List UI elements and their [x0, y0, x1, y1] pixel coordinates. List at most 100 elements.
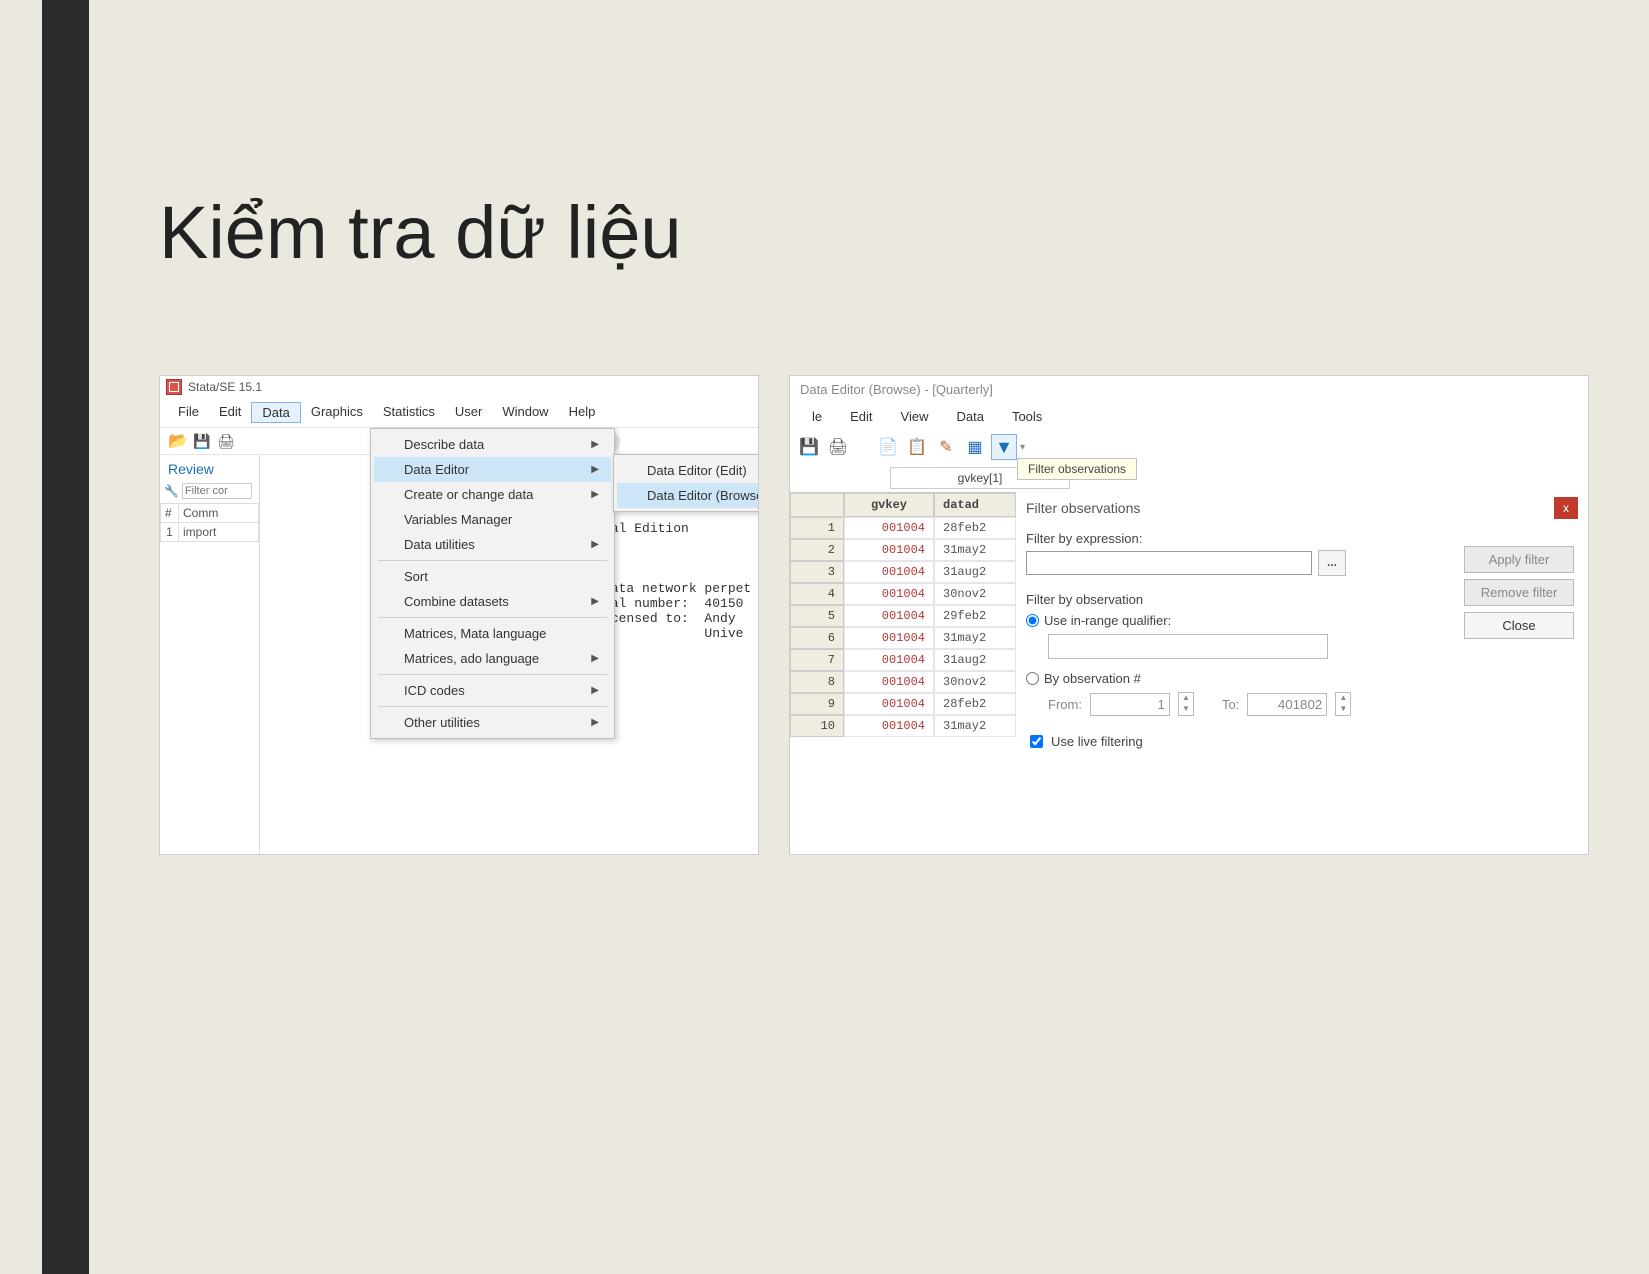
menu-file[interactable]: File — [168, 402, 209, 423]
table-row[interactable]: 100100428feb2 — [790, 517, 1016, 539]
dd-matrices-mata[interactable]: Matrices, Mata language — [374, 621, 611, 646]
close-button[interactable]: Close — [1464, 612, 1574, 639]
cell-datad[interactable]: 28feb2 — [934, 517, 1016, 539]
stata-window: Stata/SE 15.1 File Edit Data Graphics St… — [159, 375, 759, 855]
cell-datad[interactable]: 31aug2 — [934, 649, 1016, 671]
menu-data[interactable]: Data — [251, 402, 300, 423]
filter-close-button[interactable]: x — [1554, 497, 1578, 519]
dd-icd-codes[interactable]: ICD codes▶ — [374, 678, 611, 703]
table-row[interactable]: 1000100431may2 — [790, 715, 1016, 737]
to-input[interactable] — [1247, 693, 1327, 716]
de-menu-edit[interactable]: Edit — [836, 407, 886, 426]
cell-datad[interactable]: 31may2 — [934, 627, 1016, 649]
toolbar-caret-icon[interactable]: ▾ — [1020, 442, 1025, 453]
slide-content: Kiểm tra dữ liệu Stata/SE 15.1 File Edit… — [89, 0, 1649, 1274]
de-browse-mode-icon[interactable]: ▦ — [962, 434, 988, 460]
menu-window[interactable]: Window — [492, 402, 558, 423]
dd-other-utilities[interactable]: Other utilities▶ — [374, 710, 611, 735]
print-icon[interactable]: 🖨 — [216, 431, 236, 451]
live-filtering-checkbox[interactable] — [1030, 735, 1043, 748]
de-menu-data[interactable]: Data — [942, 407, 997, 426]
to-spinner[interactable]: ▲▼ — [1335, 692, 1351, 716]
save-icon[interactable]: 💾 — [192, 431, 212, 451]
table-row[interactable]: 600100431may2 — [790, 627, 1016, 649]
menu-help[interactable]: Help — [559, 402, 606, 423]
review-row[interactable]: 1 import — [161, 523, 259, 542]
by-obs-num-radio[interactable] — [1026, 672, 1039, 685]
chevron-right-icon: ▶ — [591, 489, 599, 500]
de-menu-file[interactable]: le — [798, 407, 836, 426]
range-qualifier-input[interactable] — [1048, 634, 1328, 659]
table-row[interactable]: 400100430nov2 — [790, 583, 1016, 605]
table-row[interactable]: 900100428feb2 — [790, 693, 1016, 715]
spin-up-icon: ▲ — [1179, 693, 1193, 704]
menu-statistics[interactable]: Statistics — [373, 402, 445, 423]
dd-describe-data[interactable]: Describe data▶ — [374, 432, 611, 457]
row-number: 3 — [790, 561, 844, 583]
cell-datad[interactable]: 31may2 — [934, 715, 1016, 737]
cell-datad[interactable]: 28feb2 — [934, 693, 1016, 715]
review-filter-input[interactable] — [182, 483, 252, 499]
filter-expression-input[interactable] — [1026, 551, 1312, 575]
open-icon[interactable]: 📂 — [168, 431, 188, 451]
col-datad[interactable]: datad — [934, 493, 1016, 517]
de-paste-icon[interactable]: 📋 — [904, 434, 930, 460]
from-label: From: — [1048, 697, 1082, 712]
table-row[interactable]: 200100431may2 — [790, 539, 1016, 561]
cell-gvkey[interactable]: 001004 — [844, 649, 934, 671]
de-print-icon[interactable]: 🖨 — [825, 434, 851, 460]
cell-gvkey[interactable]: 001004 — [844, 561, 934, 583]
table-row[interactable]: 700100431aug2 — [790, 649, 1016, 671]
cell-datad[interactable]: 31aug2 — [934, 561, 1016, 583]
live-filtering-row: Use live filtering — [1026, 732, 1578, 751]
cell-gvkey[interactable]: 001004 — [844, 693, 934, 715]
dd-matrices-ado[interactable]: Matrices, ado language▶ — [374, 646, 611, 671]
dd-data-utilities[interactable]: Data utilities▶ — [374, 532, 611, 557]
cell-gvkey[interactable]: 001004 — [844, 627, 934, 649]
dd-data-editor[interactable]: Data Editor▶ — [374, 457, 611, 482]
de-copy-icon[interactable]: 📄 — [875, 434, 901, 460]
table-row[interactable]: 800100430nov2 — [790, 671, 1016, 693]
filter-buttons-column: Apply filter Remove filter Close — [1464, 546, 1574, 639]
cell-datad[interactable]: 30nov2 — [934, 583, 1016, 605]
cell-gvkey[interactable]: 001004 — [844, 715, 934, 737]
cell-datad[interactable]: 31may2 — [934, 539, 1016, 561]
de-save-icon[interactable]: 💾 — [796, 434, 822, 460]
cell-gvkey[interactable]: 001004 — [844, 583, 934, 605]
dd-combine-datasets[interactable]: Combine datasets▶ — [374, 589, 611, 614]
cell-datad[interactable]: 30nov2 — [934, 671, 1016, 693]
menu-user[interactable]: User — [445, 402, 492, 423]
dd-variables-manager[interactable]: Variables Manager — [374, 507, 611, 532]
use-range-radio[interactable] — [1026, 614, 1039, 627]
data-menu-dropdown: Describe data▶ Data Editor▶ Create or ch… — [370, 428, 615, 739]
col-gvkey[interactable]: gvkey — [844, 493, 934, 517]
menu-graphics[interactable]: Graphics — [301, 402, 373, 423]
de-edit-mode-icon[interactable]: ✎ — [933, 434, 959, 460]
de-menu-tools[interactable]: Tools — [998, 407, 1056, 426]
stata-title-text: Stata/SE 15.1 — [188, 380, 262, 394]
de-filter-icon[interactable]: ▼ — [991, 434, 1017, 460]
sub-data-editor-edit[interactable]: Data Editor (Edit) — [617, 458, 759, 483]
menu-edit[interactable]: Edit — [209, 402, 251, 423]
expression-builder-button[interactable]: ... — [1318, 550, 1346, 576]
remove-filter-button[interactable]: Remove filter — [1464, 579, 1574, 606]
de-menu-view[interactable]: View — [887, 407, 943, 426]
wrench-icon[interactable]: 🔧 — [164, 484, 179, 498]
data-editor-body: gvkey datad 100100428feb2200100431may230… — [790, 492, 1588, 850]
live-filtering-label: Use live filtering — [1051, 734, 1143, 749]
cell-gvkey[interactable]: 001004 — [844, 539, 934, 561]
cell-gvkey[interactable]: 001004 — [844, 517, 934, 539]
apply-filter-button[interactable]: Apply filter — [1464, 546, 1574, 573]
cell-gvkey[interactable]: 001004 — [844, 671, 934, 693]
cell-gvkey[interactable]: 001004 — [844, 605, 934, 627]
dd-sort[interactable]: Sort — [374, 564, 611, 589]
table-row[interactable]: 500100429feb2 — [790, 605, 1016, 627]
review-col-cmd: Comm — [179, 504, 259, 523]
cell-datad[interactable]: 29feb2 — [934, 605, 1016, 627]
from-spinner[interactable]: ▲▼ — [1178, 692, 1194, 716]
table-row[interactable]: 300100431aug2 — [790, 561, 1016, 583]
dd-create-change-data[interactable]: Create or change data▶ — [374, 482, 611, 507]
from-input[interactable] — [1090, 693, 1170, 716]
sub-data-editor-browse[interactable]: Data Editor (Browse) — [617, 483, 759, 508]
review-table: # Comm 1 import — [160, 503, 259, 542]
